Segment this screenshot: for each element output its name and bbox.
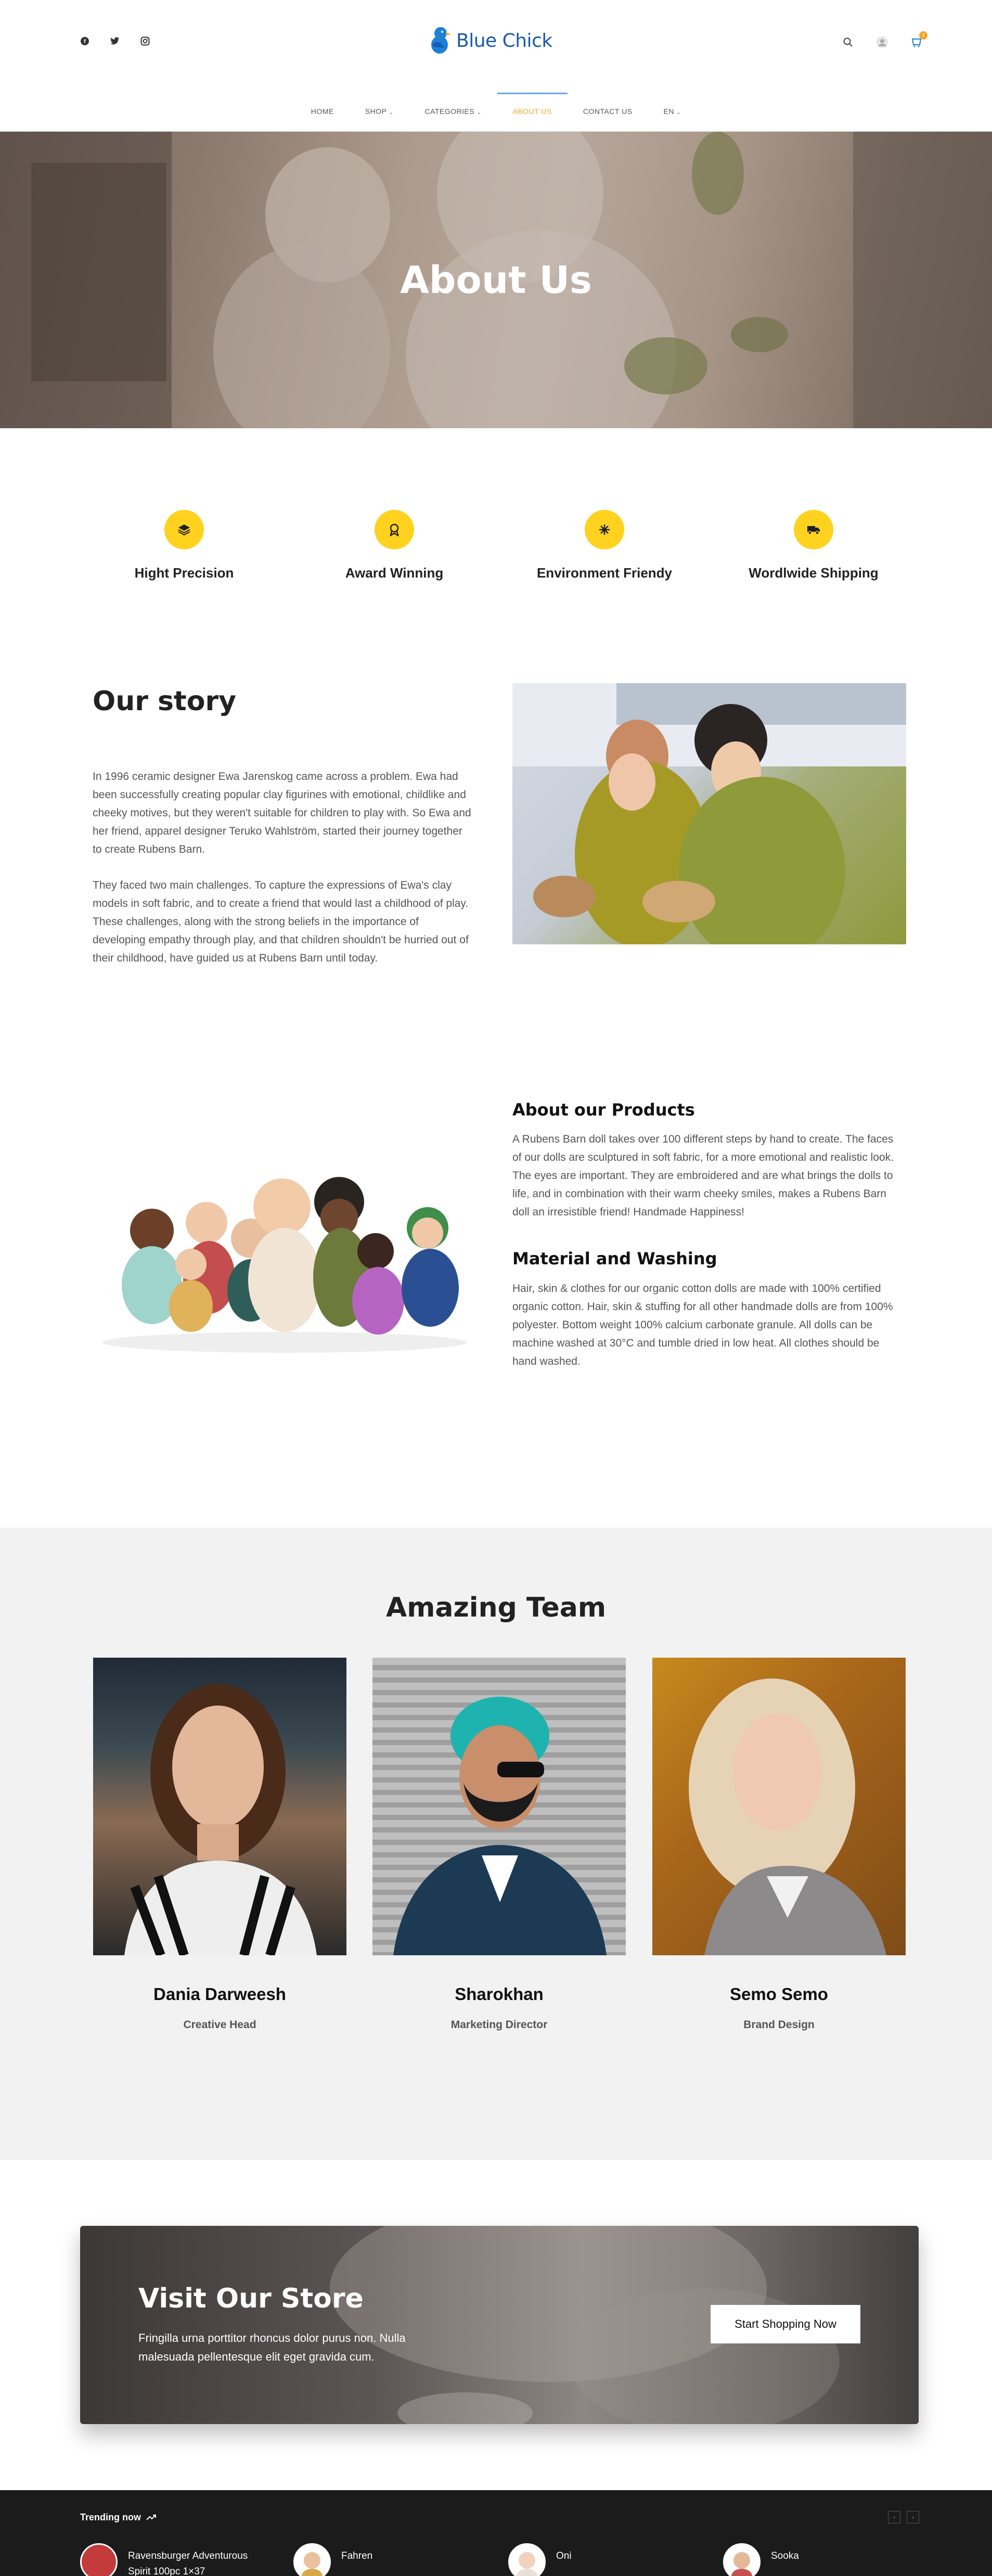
washing-heading: Material and Washing <box>512 1249 717 1268</box>
header-actions: 2 <box>841 31 927 49</box>
instagram-icon[interactable] <box>139 35 151 47</box>
trending-item-name: Oni <box>556 2551 572 2561</box>
cart-count-badge: 2 <box>919 31 927 40</box>
story-photo <box>512 683 906 944</box>
site-header: f Blue Chick 2 HOME SHOP ⌄ CATEGORIES ⌄ … <box>0 0 992 132</box>
cart-icon[interactable]: 2 <box>910 31 927 49</box>
nav-language[interactable]: EN ⌄ <box>648 93 697 129</box>
feature-label: Hight Precision <box>134 565 234 581</box>
trend-up-icon <box>146 2512 157 2523</box>
trending-item-name: Ravensburger Adventurous Spirit 100pc 1×… <box>128 2551 248 2576</box>
truck-icon <box>794 510 833 549</box>
chevron-right-icon[interactable]: › <box>907 2511 919 2523</box>
product-thumbnail <box>293 2543 331 2576</box>
feature-label: Wordlwide Shipping <box>749 565 879 581</box>
team-member-photo <box>372 1658 626 1955</box>
nav-contact-us[interactable]: CONTACT US <box>568 93 648 129</box>
trending-item[interactable]: Ravensburger Adventurous Spirit 100pc 1×… <box>80 2543 263 2576</box>
team-member-name: Dania Darweesh <box>153 1984 286 2004</box>
social-links: f <box>79 35 151 47</box>
team-member-name: Semo Semo <box>730 1984 828 2004</box>
team-member-photo <box>93 1658 346 1955</box>
user-avatar-icon[interactable] <box>875 35 889 49</box>
washing-text: Hair, skin & clothes for our organic cot… <box>512 1283 893 1367</box>
team-member-name: Sharokhan <box>455 1984 544 2004</box>
svg-text:f: f <box>84 39 86 45</box>
team-member-photo <box>652 1658 906 1955</box>
feature-environment: Environment Friendy <box>526 510 682 581</box>
chevron-left-icon[interactable]: ‹ <box>888 2511 900 2523</box>
feature-award: Award Winning <box>316 510 472 581</box>
products-text: A Rubens Barn doll takes over 100 differ… <box>512 1133 894 1218</box>
nav-home[interactable]: HOME <box>295 93 350 129</box>
product-thumbnail <box>80 2543 118 2576</box>
store-heading: Visit Our Store <box>138 2283 364 2314</box>
snowflake-icon <box>585 510 624 549</box>
logo-text: Blue Chick <box>456 30 552 52</box>
product-thumbnail <box>723 2543 761 2576</box>
nav-about-us[interactable]: ABOUT US <box>497 93 568 129</box>
story-paragraph-1: In 1996 ceramic designer Ewa Jarenskog c… <box>93 771 471 855</box>
search-icon[interactable] <box>841 35 855 49</box>
feature-label: Environment Friendy <box>536 565 673 581</box>
main-nav: HOME SHOP ⌄ CATEGORIES ⌄ ABOUT US CONTAC… <box>0 93 992 129</box>
trending-item-name: Sooka <box>771 2551 799 2561</box>
team-heading: Amazing Team <box>385 1592 607 1623</box>
trending-label-text: Trending now <box>80 2512 141 2522</box>
hero-banner: About Us <box>0 132 992 428</box>
trending-bar: Trending now ‹ › Ravensburger Adventurou… <box>0 2490 992 2576</box>
feature-shipping: Wordlwide Shipping <box>736 510 892 581</box>
twitter-icon[interactable] <box>109 35 121 47</box>
page-title: About Us <box>400 258 592 302</box>
team-member-role: Creative Head <box>183 2019 256 2031</box>
award-icon <box>375 510 414 549</box>
site-logo[interactable]: Blue Chick <box>429 25 552 56</box>
feature-label: Award Winning <box>345 565 444 581</box>
trending-label: Trending now <box>80 2512 157 2523</box>
chevron-down-icon: ⌄ <box>676 110 681 116</box>
team-member-role: Marketing Director <box>450 2019 548 2031</box>
team-member-role: Brand Design <box>743 2019 815 2031</box>
story-paragraph-2: They faced two main challenges. To captu… <box>93 879 469 964</box>
trending-item[interactable]: Oni <box>508 2543 572 2576</box>
start-shopping-button[interactable]: Start Shopping Now <box>711 2305 860 2343</box>
product-thumbnail <box>508 2543 546 2576</box>
nav-categories[interactable]: CATEGORIES ⌄ <box>409 93 497 129</box>
nav-shop[interactable]: SHOP ⌄ <box>350 93 409 129</box>
products-heading: About our Products <box>512 1100 695 1120</box>
store-text: Fringilla urna porttitor rhoncus dolor p… <box>138 2331 406 2363</box>
layers-icon <box>164 510 204 549</box>
chevron-down-icon: ⌄ <box>476 110 482 116</box>
bird-logo-icon <box>431 27 451 54</box>
feature-precision: Hight Precision <box>106 510 262 581</box>
visit-store-banner: Visit Our Store Fringilla urna porttitor… <box>80 2226 919 2424</box>
trending-item[interactable]: Sooka <box>723 2543 799 2576</box>
trending-item-name: Fahren <box>341 2551 373 2561</box>
facebook-icon[interactable]: f <box>79 35 91 47</box>
story-heading: Our story <box>93 686 237 717</box>
trending-nav: ‹ › <box>888 2511 919 2523</box>
trending-item[interactable]: Fahren <box>293 2543 372 2576</box>
dolls-photo <box>95 1165 474 1358</box>
chevron-down-icon: ⌄ <box>389 110 394 116</box>
